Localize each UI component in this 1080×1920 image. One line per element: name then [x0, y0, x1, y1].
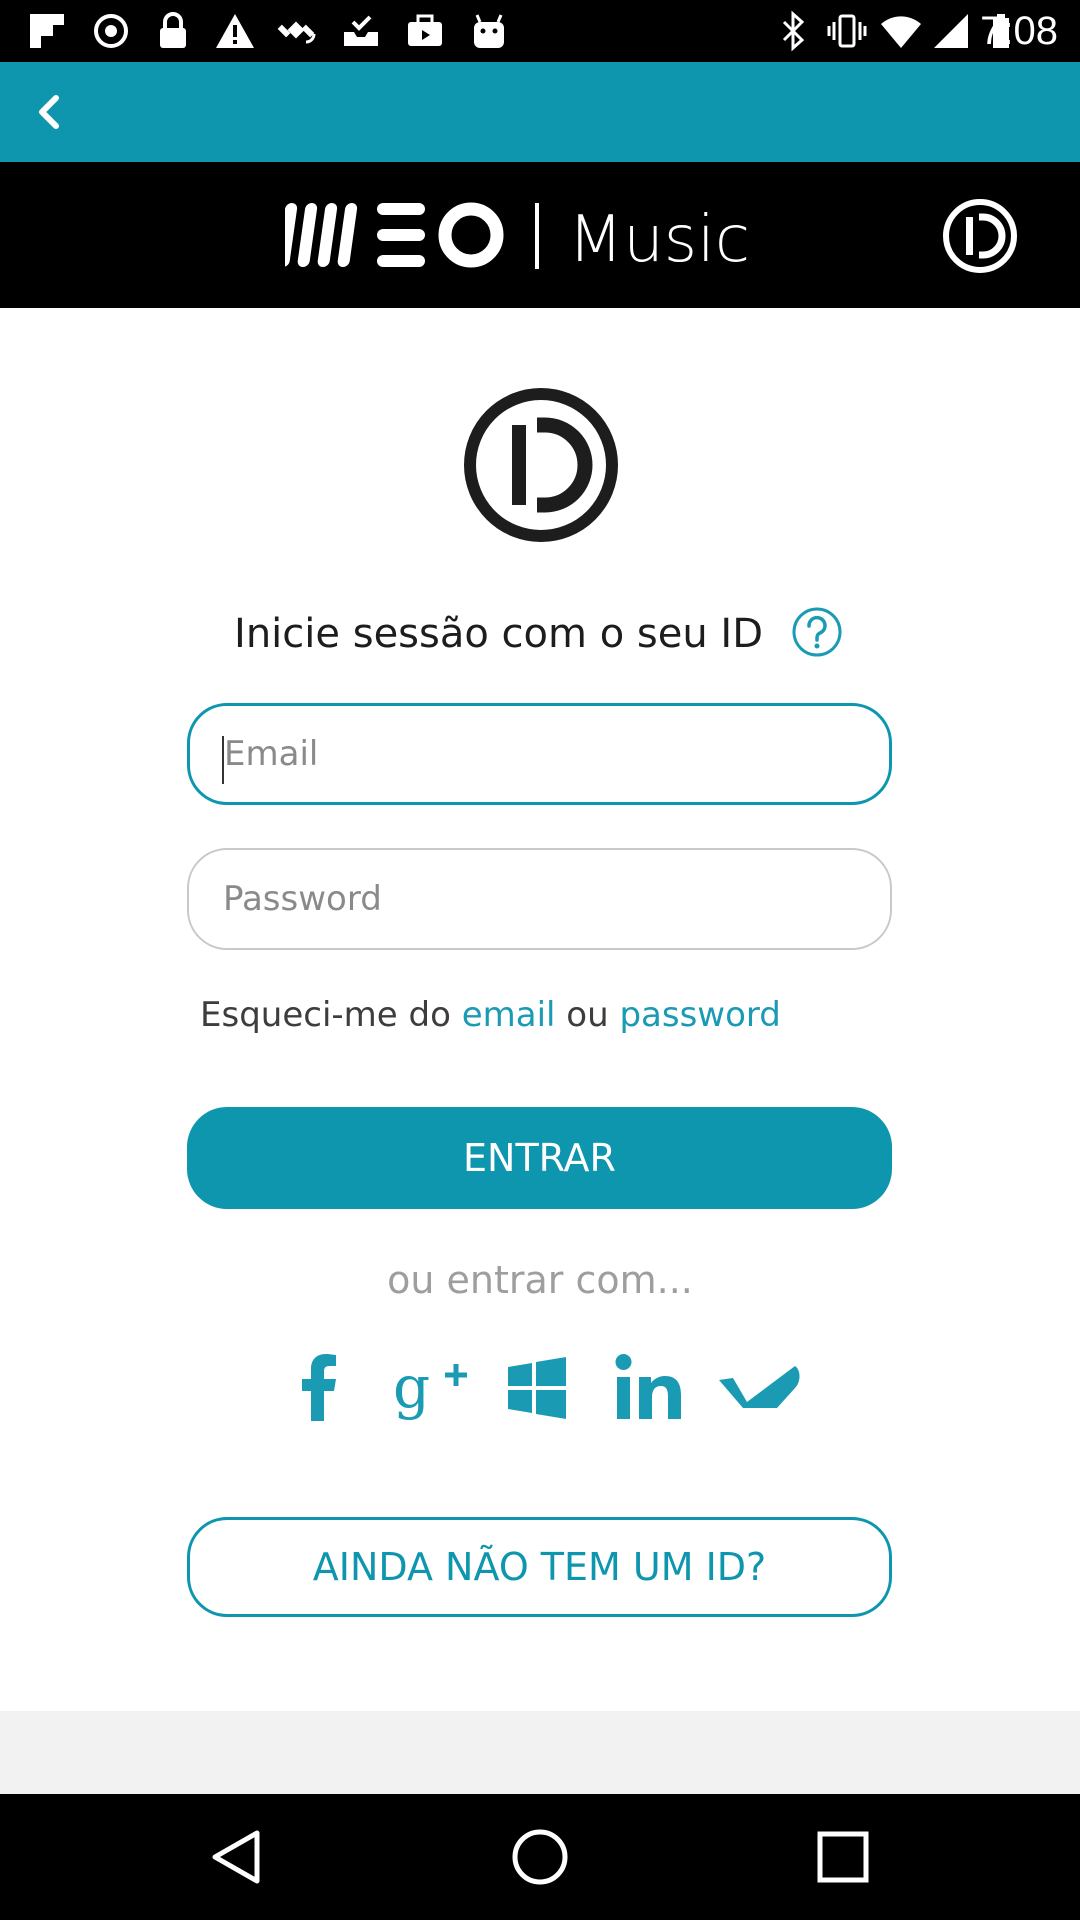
- submit-button[interactable]: ENTRAR: [187, 1107, 892, 1209]
- back-button[interactable]: [18, 76, 82, 148]
- email-input[interactable]: [190, 706, 889, 802]
- password-input[interactable]: [189, 850, 890, 948]
- sapo-login-button[interactable]: [715, 1350, 805, 1426]
- android-icon: [474, 14, 504, 48]
- facebook-icon: [302, 1354, 336, 1421]
- email-field[interactable]: [187, 703, 892, 805]
- nav-back-icon: [212, 1830, 260, 1884]
- wifi-icon: [881, 16, 921, 48]
- brand-header: Music: [0, 162, 1080, 308]
- question-circle-icon[interactable]: [791, 606, 843, 658]
- google-plus-login-button[interactable]: g: [386, 1350, 476, 1426]
- nav-home-button[interactable]: [500, 1822, 580, 1892]
- id-logo-icon: [464, 388, 618, 542]
- forgot-credentials: Esqueci-me do email ou password: [200, 990, 781, 1040]
- nav-home-icon: [512, 1829, 568, 1885]
- facebook-login-button[interactable]: [275, 1350, 365, 1426]
- forgot-email-link[interactable]: email: [462, 995, 556, 1035]
- linkedin-icon: [615, 1354, 681, 1419]
- chevron-left-icon: [39, 95, 59, 129]
- forgot-or: ou: [566, 995, 609, 1035]
- radio-icon: [94, 14, 128, 48]
- google-plus-icon: g: [393, 1353, 467, 1421]
- nav-recents-button[interactable]: [803, 1822, 883, 1892]
- windows-icon: [508, 1357, 566, 1419]
- inbox-check-icon: [344, 15, 378, 46]
- flipboard-icon: [30, 14, 64, 48]
- text-caret: [222, 736, 224, 784]
- navigation-bar: [0, 1794, 1080, 1920]
- svg-text:g: g: [393, 1353, 430, 1421]
- windows-login-button[interactable]: [492, 1350, 582, 1426]
- bluetooth-icon: [782, 10, 805, 52]
- svg-text:Music: Music: [568, 203, 750, 275]
- nav-back-button[interactable]: [195, 1822, 275, 1892]
- or-enter-with-label: ou entrar com...: [387, 1258, 693, 1302]
- forgot-prefix: Esqueci-me do: [200, 995, 451, 1035]
- sapo-icon: [719, 1366, 800, 1408]
- forgot-password-link[interactable]: password: [619, 995, 780, 1035]
- login-title: Inicie sessão com o seu ID: [234, 611, 763, 657]
- bottom-band: [0, 1711, 1080, 1794]
- status-bar: 7:08: [0, 0, 1080, 62]
- status-time: 7:08: [980, 9, 1058, 53]
- lock-icon: [160, 12, 186, 48]
- nav-recents-icon: [817, 1831, 869, 1883]
- warning-icon: [216, 14, 254, 48]
- meo-music-logo: Music: [285, 202, 750, 275]
- briefcase-icon: [408, 14, 442, 46]
- signal-icon: [934, 14, 968, 48]
- app-bar: [0, 62, 1080, 162]
- id-logo-icon[interactable]: [941, 197, 1019, 275]
- password-field[interactable]: [187, 848, 892, 950]
- satellite-icon: [277, 21, 316, 44]
- linkedin-login-button[interactable]: [605, 1350, 695, 1426]
- vibrate-icon: [827, 14, 867, 48]
- signup-button[interactable]: AINDA NÃO TEM UM ID?: [187, 1517, 892, 1617]
